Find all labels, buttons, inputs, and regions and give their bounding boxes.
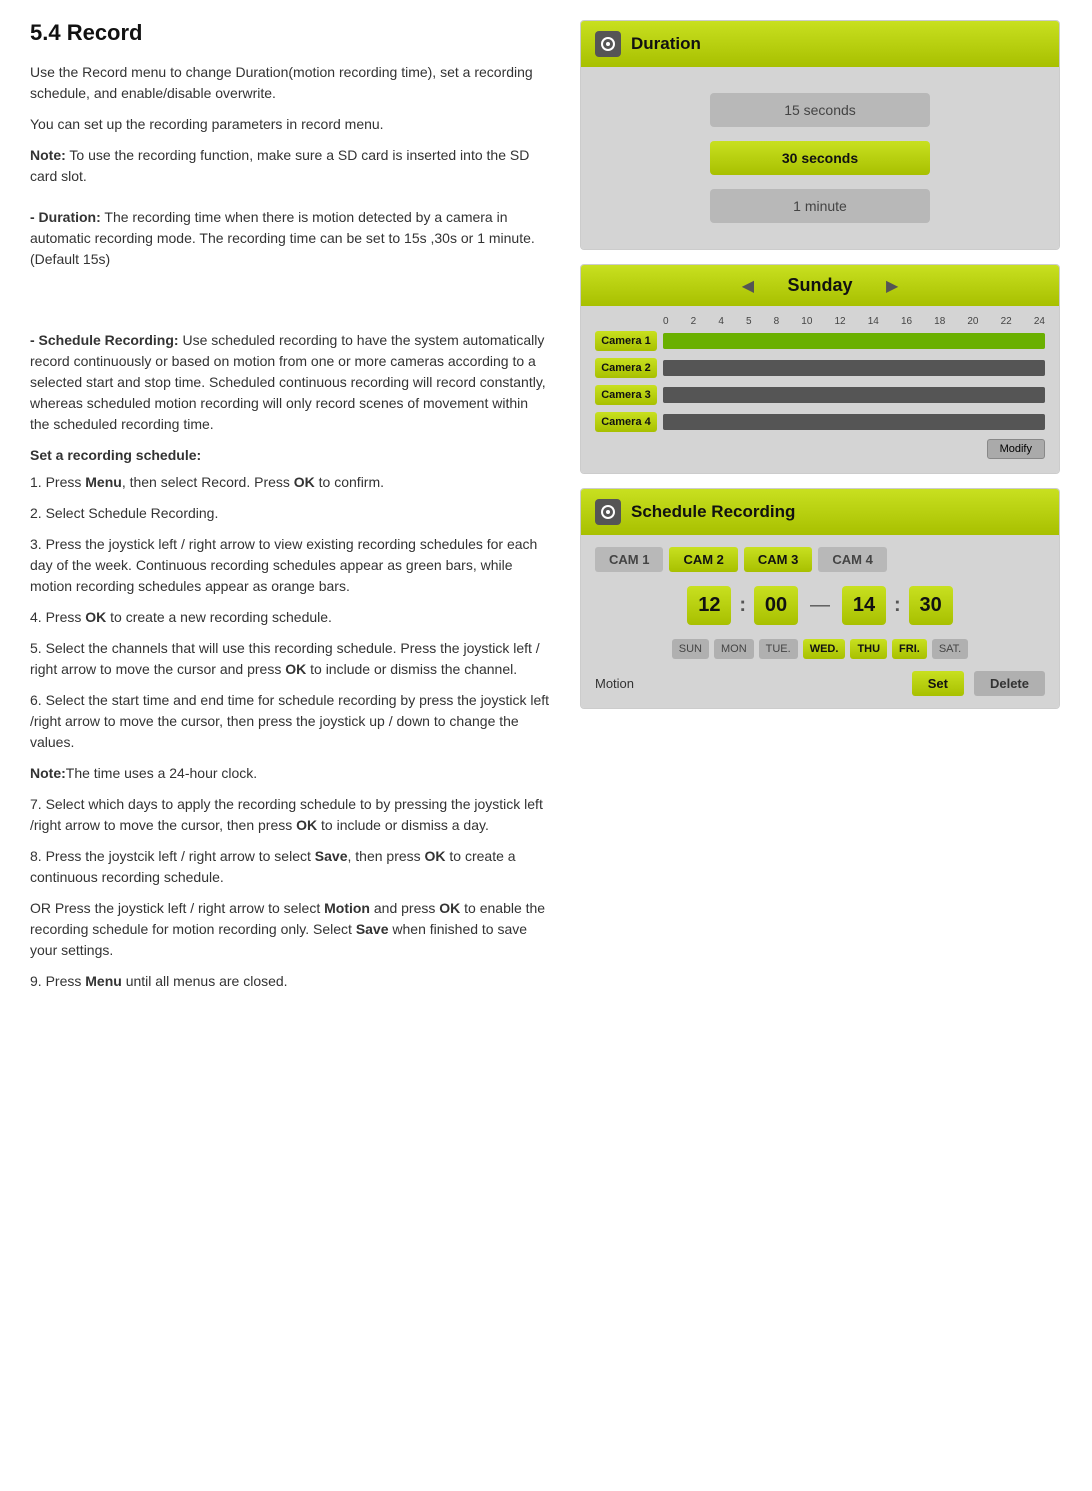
duration-panel: Duration 15 seconds 30 seconds 1 minute bbox=[580, 20, 1060, 250]
camera-1-btn[interactable]: Camera 1 bbox=[595, 331, 657, 351]
camera-row-3: Camera 3 bbox=[595, 385, 1045, 405]
page-title: 5.4 Record bbox=[30, 20, 550, 46]
duration-desc: - Duration: The recording time when ther… bbox=[30, 207, 550, 270]
duration-15s[interactable]: 15 seconds bbox=[710, 93, 930, 127]
start-colon: : bbox=[739, 594, 746, 617]
cam-tabs: CAM 1 CAM 2 CAM 3 CAM 4 bbox=[595, 547, 1045, 572]
cam-tab-2[interactable]: CAM 2 bbox=[669, 547, 737, 572]
next-day-arrow[interactable]: ▶ bbox=[886, 276, 898, 296]
day-label: Sunday bbox=[770, 275, 870, 296]
note-para: Note: To use the recording function, mak… bbox=[30, 145, 550, 187]
timeline-header: 0 2 4 5 8 10 12 14 16 18 20 22 24 bbox=[663, 316, 1045, 327]
cam-tab-4[interactable]: CAM 4 bbox=[818, 547, 886, 572]
end-colon: : bbox=[894, 594, 901, 617]
schedule-rec-body: CAM 1 CAM 2 CAM 3 CAM 4 12 : 00 — 14 : 3… bbox=[581, 535, 1059, 708]
step-5: 5. Select the channels that will use thi… bbox=[30, 638, 550, 680]
start-hour-box[interactable]: 12 bbox=[687, 586, 731, 625]
schedule-rec-title: Schedule Recording bbox=[631, 502, 795, 522]
camera-row-1: Camera 1 bbox=[595, 331, 1045, 351]
camera-4-btn[interactable]: Camera 4 bbox=[595, 412, 657, 432]
schedule-rec-header: Schedule Recording bbox=[581, 489, 1059, 535]
step-9: 9. Press Menu until all menus are closed… bbox=[30, 971, 550, 992]
step-7: 7. Select which days to apply the record… bbox=[30, 794, 550, 836]
camera-3-btn[interactable]: Camera 3 bbox=[595, 385, 657, 405]
step-8a: 8. Press the joystcik left / right arrow… bbox=[30, 846, 550, 888]
day-selector: ◀ Sunday ▶ bbox=[581, 265, 1059, 306]
day-sun[interactable]: SUN bbox=[672, 639, 709, 659]
camera-1-timeline bbox=[663, 333, 1045, 349]
cam-tab-3[interactable]: CAM 3 bbox=[744, 547, 812, 572]
modify-row: Modify bbox=[595, 439, 1045, 459]
day-fri[interactable]: FRI. bbox=[892, 639, 927, 659]
day-thu[interactable]: THU bbox=[850, 639, 887, 659]
camera-row-2: Camera 2 bbox=[595, 358, 1045, 378]
step-1: 1. Press Menu, then select Record. Press… bbox=[30, 472, 550, 493]
intro-para-1: Use the Record menu to change Duration(m… bbox=[30, 62, 550, 104]
duration-30s[interactable]: 30 seconds bbox=[710, 141, 930, 175]
duration-panel-header: Duration bbox=[581, 21, 1059, 67]
schedule-desc: - Schedule Recording: Use scheduled reco… bbox=[30, 330, 550, 435]
set-btn[interactable]: Set bbox=[912, 671, 964, 696]
prev-day-arrow[interactable]: ◀ bbox=[742, 276, 754, 296]
time-dash: — bbox=[810, 594, 830, 617]
day-sat[interactable]: SAT. bbox=[932, 639, 968, 659]
timeline-area: 0 2 4 5 8 10 12 14 16 18 20 22 24 bbox=[581, 306, 1059, 473]
schedule-rec-panel: Schedule Recording CAM 1 CAM 2 CAM 3 CAM… bbox=[580, 488, 1060, 709]
action-row: Motion Set Delete bbox=[595, 671, 1045, 696]
time-range-row: 12 : 00 — 14 : 30 bbox=[595, 586, 1045, 625]
camera-3-timeline bbox=[663, 387, 1045, 403]
duration-options: 15 seconds 30 seconds 1 minute bbox=[597, 83, 1043, 233]
set-schedule-heading: Set a recording schedule: bbox=[30, 445, 550, 466]
days-row: SUN MON TUE. WED. THU FRI. SAT. bbox=[595, 639, 1045, 659]
day-tue[interactable]: TUE. bbox=[759, 639, 798, 659]
step-8b: OR Press the joystick left / right arrow… bbox=[30, 898, 550, 961]
modify-btn[interactable]: Modify bbox=[987, 439, 1045, 459]
day-mon[interactable]: MON bbox=[714, 639, 754, 659]
timeline-hours: 0 2 4 5 8 10 12 14 16 18 20 22 24 bbox=[663, 316, 1045, 327]
camera-2-timeline bbox=[663, 360, 1045, 376]
camera-4-timeline bbox=[663, 414, 1045, 430]
schedule-day-panel: ◀ Sunday ▶ 0 2 4 5 8 10 12 14 16 bbox=[580, 264, 1060, 474]
duration-1min[interactable]: 1 minute bbox=[710, 189, 930, 223]
delete-btn[interactable]: Delete bbox=[974, 671, 1045, 696]
camera-2-btn[interactable]: Camera 2 bbox=[595, 358, 657, 378]
start-min-box[interactable]: 00 bbox=[754, 586, 798, 625]
cam-tab-1[interactable]: CAM 1 bbox=[595, 547, 663, 572]
intro-para-2: You can set up the recording parameters … bbox=[30, 114, 550, 135]
motion-label: Motion bbox=[595, 676, 634, 691]
step-3: 3. Press the joystick left / right arrow… bbox=[30, 534, 550, 597]
duration-icon bbox=[595, 31, 621, 57]
step-2: 2. Select Schedule Recording. bbox=[30, 503, 550, 524]
end-min-box[interactable]: 30 bbox=[909, 586, 953, 625]
step-4: 4. Press OK to create a new recording sc… bbox=[30, 607, 550, 628]
step-6: 6. Select the start time and end time fo… bbox=[30, 690, 550, 753]
step-note: Note:The time uses a 24-hour clock. bbox=[30, 763, 550, 784]
end-hour-box[interactable]: 14 bbox=[842, 586, 886, 625]
duration-title: Duration bbox=[631, 34, 701, 54]
camera-row-4: Camera 4 bbox=[595, 412, 1045, 432]
schedule-rec-icon bbox=[595, 499, 621, 525]
day-wed[interactable]: WED. bbox=[803, 639, 846, 659]
